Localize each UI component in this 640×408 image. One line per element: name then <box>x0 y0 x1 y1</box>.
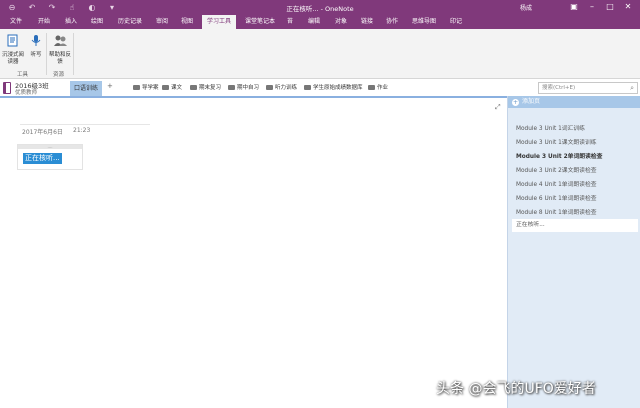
help-feedback-button[interactable]: 帮助和反馈 <box>49 34 71 66</box>
page-title-underline <box>20 124 150 125</box>
group-divider <box>46 33 47 75</box>
section-group[interactable]: 期中自习 <box>228 83 259 91</box>
add-page-icon: + <box>512 99 519 106</box>
section-tab-active[interactable]: 口语训练 <box>70 81 102 96</box>
section-group[interactable]: 学生原始成绩数据库 <box>304 83 363 91</box>
group-label-resources: 资源 <box>53 72 65 78</box>
tab-object[interactable]: 对象 <box>330 15 352 29</box>
section-group[interactable]: 听力训练 <box>266 83 297 91</box>
dictate-button[interactable]: 听写 <box>25 34 47 59</box>
tab-stamp[interactable]: 印记 <box>445 15 467 29</box>
tab-history[interactable]: 历史记录 <box>113 15 147 29</box>
page-list-item[interactable]: Module 8 Unit 1单词朗读检查 <box>516 207 597 216</box>
folder-icon <box>133 84 140 90</box>
ribbon-display-icon[interactable]: ▣ <box>566 1 582 13</box>
ribbon-tabs: 文件 开始 插入 绘图 历史记录 审阅 视图 学习工具 课堂笔记本 苔 编辑 对… <box>0 15 640 29</box>
page-list-item[interactable]: Module 4 Unit 1单词朗读检查 <box>516 179 597 188</box>
folder-icon <box>190 84 197 90</box>
notebook-icon <box>3 82 11 94</box>
page-list-item[interactable]: Module 3 Unit 1词汇训练 <box>516 123 585 132</box>
tab-collaborate[interactable]: 协作 <box>381 15 403 29</box>
add-page-button[interactable]: + 添加页 <box>508 96 640 108</box>
tab-home[interactable]: 开始 <box>33 15 55 29</box>
folder-icon <box>368 84 375 90</box>
add-page-label: 添加页 <box>522 98 541 105</box>
page-list-item-current[interactable]: 正在核听... <box>512 219 638 232</box>
tab-file[interactable]: 文件 <box>5 15 27 29</box>
immersive-reader-icon <box>2 34 24 50</box>
page-list-item[interactable]: Module 3 Unit 2单词朗读检查 <box>516 151 602 160</box>
dictate-label: 听写 <box>30 52 42 58</box>
window-title: 正在核听... - OneNote <box>286 5 354 13</box>
page-list-item[interactable]: Module 6 Unit 1单词朗读检查 <box>516 193 597 202</box>
container-handle[interactable]: .... <box>18 145 82 149</box>
section-group[interactable]: 期末复习 <box>190 83 221 91</box>
group-divider <box>73 33 74 75</box>
user-name[interactable]: 杨成 <box>520 3 532 12</box>
folder-icon <box>228 84 235 90</box>
tab-insert[interactable]: 插入 <box>60 15 82 29</box>
ribbon: 沉浸式阅读器 听写 帮助和反馈 工具 资源 <box>0 29 640 79</box>
immersive-reader-button[interactable]: 沉浸式阅读器 <box>2 34 24 66</box>
help-feedback-label: 帮助和反馈 <box>49 52 72 65</box>
search-input[interactable]: 搜索(Ctrl+E) ⌕ <box>538 82 638 94</box>
selected-text[interactable]: 正在核听... <box>23 153 62 164</box>
tab-learning-tools[interactable]: 学习工具 <box>202 15 237 29</box>
pages-pane: + 添加页 Module 3 Unit 1词汇训练 Module 3 Unit 1… <box>507 96 640 408</box>
notebook-selector[interactable]: 2016级3班 优质教师 <box>2 80 66 96</box>
minimize-icon[interactable]: – <box>584 1 600 13</box>
section-group[interactable]: 作业 <box>368 83 388 91</box>
tab-edit[interactable]: 编辑 <box>303 15 325 29</box>
help-feedback-icon <box>49 34 71 50</box>
page-list-item[interactable]: Module 3 Unit 2课文朗读检查 <box>516 165 597 174</box>
tab-class-notebook[interactable]: 课堂笔记本 <box>240 15 280 29</box>
tab-view[interactable]: 视图 <box>176 15 198 29</box>
note-container[interactable]: .... 正在核听... <box>17 144 83 170</box>
search-placeholder: 搜索(Ctrl+E) <box>542 85 576 91</box>
notebook-subtitle: 优质教师 <box>15 90 38 96</box>
close-icon[interactable]: ✕ <box>620 1 636 13</box>
folder-icon <box>162 84 169 90</box>
folder-icon <box>266 84 273 90</box>
tab-link[interactable]: 链接 <box>356 15 378 29</box>
page-date: 2017年6月6日 <box>22 129 63 136</box>
group-label-tools: 工具 <box>17 72 29 78</box>
section-group[interactable]: 导学案 <box>133 83 159 91</box>
immersive-reader-label: 沉浸式阅读器 <box>2 52 25 65</box>
tab-tai[interactable]: 苔 <box>282 15 298 29</box>
folder-icon <box>304 84 311 90</box>
page-list-item[interactable]: Module 3 Unit 1课文朗读训练 <box>516 137 597 146</box>
tab-review[interactable]: 审阅 <box>151 15 173 29</box>
title-bar: ⊖ ↶ ↷ ☝ ◐ ▾ 正在核听... - OneNote 杨成 ▣ – □ ✕ <box>0 0 640 15</box>
search-icon[interactable]: ⌕ <box>630 83 634 93</box>
add-section-button[interactable]: + <box>107 82 113 90</box>
section-group[interactable]: 课文 <box>162 83 182 91</box>
expand-page-icon[interactable]: ⤢ <box>495 103 501 112</box>
tab-mind-map[interactable]: 思维导图 <box>407 15 441 29</box>
tab-draw[interactable]: 绘图 <box>86 15 108 29</box>
page-time: 21:23 <box>73 127 91 134</box>
watermark: 头条 @会飞的UFO爱好者 <box>436 381 596 397</box>
dictate-icon <box>25 34 47 50</box>
maximize-icon[interactable]: □ <box>602 1 618 13</box>
page-canvas[interactable]: ⤢ 2017年6月6日 21:23 .... 正在核听... <box>0 100 507 408</box>
